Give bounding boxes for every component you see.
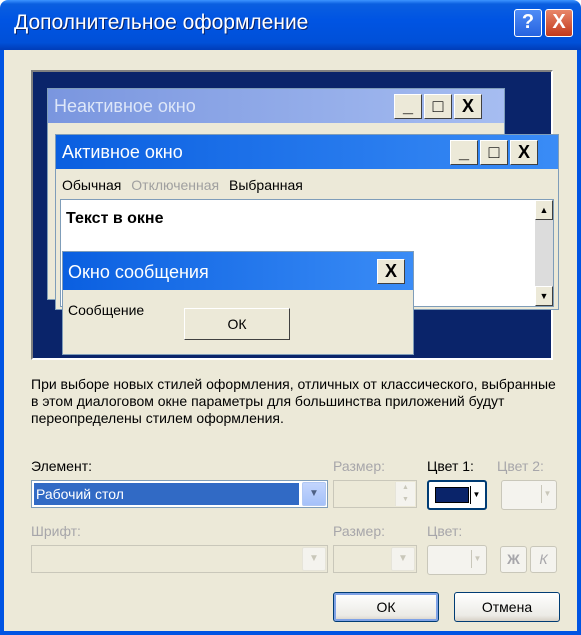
preview-scrollbar[interactable]: ▲ ▼ (535, 200, 553, 306)
help-button[interactable]: ? (514, 9, 542, 37)
menu-item-normal[interactable]: Обычная (62, 177, 121, 193)
active-window-caption[interactable]: Активное окно _ □ X (56, 135, 558, 169)
color1-swatch (435, 487, 469, 503)
ok-button[interactable]: ОК (333, 592, 439, 622)
inactive-caption-buttons: _ □ X (394, 94, 482, 119)
message-box-preview[interactable]: Окно сообщения X Сообщение ОК (62, 251, 414, 355)
preview-menu-bar: Обычная Отключенная Выбранная (62, 177, 309, 193)
font-color-picker-button[interactable]: ▼ (427, 545, 487, 575)
color2-picker-button[interactable]: ▼ (501, 480, 557, 510)
chevron-down-icon[interactable]: ▼ (391, 547, 415, 571)
font-select[interactable]: ▼ (31, 545, 328, 573)
font-label: Шрифт: (31, 523, 81, 539)
element-label: Элемент: (31, 458, 92, 474)
maximize-icon[interactable]: □ (424, 94, 452, 119)
font-color-label: Цвет: (427, 523, 463, 539)
font-size-select[interactable]: ▼ (333, 545, 417, 573)
close-icon[interactable]: X (510, 140, 538, 165)
window-text: Текст в окне (66, 210, 164, 227)
color2-label: Цвет 2: (497, 458, 544, 474)
menu-item-disabled[interactable]: Отключенная (131, 177, 219, 193)
scroll-up-icon[interactable]: ▲ (535, 200, 553, 220)
inactive-window-title: Неактивное окно (54, 96, 196, 116)
minimize-icon[interactable]: _ (394, 94, 422, 119)
element-size-spinner[interactable]: ▲ ▼ (333, 480, 417, 508)
minimize-icon[interactable]: _ (450, 140, 478, 165)
chevron-down-icon: ▼ (470, 486, 482, 504)
element-select[interactable]: Рабочий стол ▼ (31, 480, 328, 508)
title-bar[interactable]: Дополнительное оформление ? X (0, 0, 581, 50)
italic-button[interactable]: К (530, 546, 557, 573)
close-icon[interactable]: X (377, 259, 405, 284)
message-box-title: Окно сообщения (68, 262, 209, 282)
inactive-window-caption[interactable]: Неактивное окно _ □ X (48, 89, 504, 123)
message-text: Сообщение (68, 302, 145, 318)
message-box-caption[interactable]: Окно сообщения (63, 252, 413, 290)
close-icon[interactable]: X (454, 94, 482, 119)
message-ok-button[interactable]: ОК (184, 308, 290, 340)
cancel-button[interactable]: Отмена (454, 592, 560, 622)
color1-picker-button[interactable]: ▼ (427, 480, 487, 510)
close-button[interactable]: X (545, 9, 573, 37)
chevron-down-icon: ▼ (541, 485, 553, 503)
active-caption-buttons: _ □ X (450, 140, 538, 165)
menu-item-selected[interactable]: Выбранная (229, 177, 303, 193)
chevron-down-icon[interactable]: ▼ (302, 547, 326, 571)
scroll-down-icon[interactable]: ▼ (535, 286, 553, 306)
appearance-preview[interactable]: Неактивное окно _ □ X Активное окно _ □ … (31, 70, 559, 360)
element-size-label: Размер: (333, 458, 386, 474)
dialog-title: Дополнительное оформление (14, 11, 309, 34)
color1-label: Цвет 1: (427, 458, 474, 474)
active-window-title: Активное окно (62, 142, 183, 162)
maximize-icon[interactable]: □ (480, 140, 508, 165)
spinner-arrows-icon[interactable]: ▲ ▼ (395, 482, 415, 506)
element-select-value: Рабочий стол (34, 483, 299, 505)
chevron-down-icon: ▼ (471, 550, 483, 568)
description-text: При выборе новых стилей оформления, отли… (31, 376, 556, 426)
chevron-down-icon[interactable]: ▼ (302, 482, 326, 506)
bold-button[interactable]: Ж (500, 546, 527, 573)
advanced-appearance-dialog: Дополнительное оформление ? X Неактивное… (0, 0, 581, 635)
font-size-label: Размер: (333, 523, 386, 539)
